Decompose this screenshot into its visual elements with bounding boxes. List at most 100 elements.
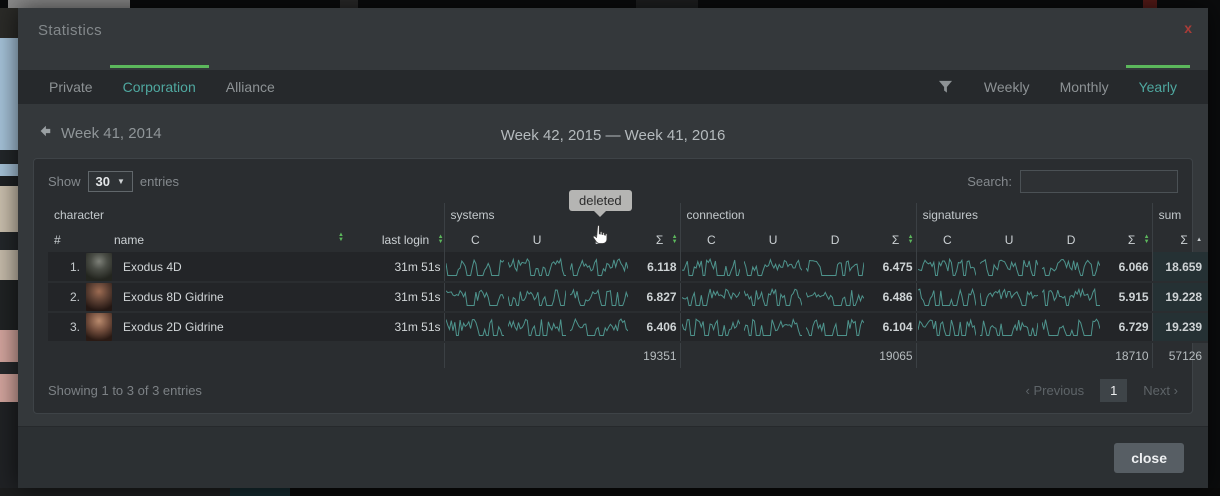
rank-cell: 2. [48,282,84,312]
search-label: Search: [967,174,1012,189]
search-input[interactable] [1020,170,1178,193]
column-header-systems-sum[interactable]: Σ ▲▼ [630,227,680,252]
background-element [0,38,18,150]
sparkline-cell [742,282,804,312]
group-header-sum: sum [1152,203,1208,227]
sparkline-cell [680,252,742,282]
background-element [8,0,130,8]
group-header-character: character [48,203,444,227]
column-header-signatures-u[interactable]: U [978,227,1040,252]
connection-sum-cell: 6.475 [866,252,916,282]
column-header-connection-d[interactable]: D [804,227,866,252]
systems-sum-cell: 6.406 [630,312,680,342]
background-top-bar [0,0,1220,8]
tab-weekly[interactable]: Weekly [969,70,1045,104]
close-icon[interactable]: x [1184,21,1192,35]
column-header-systems-c[interactable]: C [444,227,506,252]
deleted-tooltip: deleted [569,190,632,211]
week-range-label: Week 42, 2015 — Week 41, 2016 [18,122,1208,150]
total-sum-cell: 19.239 [1152,312,1208,342]
signatures-sum-cell: 6.729 [1102,312,1152,342]
statistics-dialog: Statistics x Private Corporation Allianc… [18,8,1208,488]
table-info-label: Showing 1 to 3 of 3 entries [48,383,202,398]
signatures-sum-cell: 5.915 [1102,282,1152,312]
table-row[interactable]: 3. Exodus 2D Gidrine 31m 51s 6.406 6.104… [48,312,1208,342]
mouse-hand-cursor [589,224,611,254]
background-element [0,150,18,164]
column-header-systems-u[interactable]: U [506,227,568,252]
filter-icon[interactable] [922,70,969,104]
group-header-systems: systems [444,203,680,227]
tab-alliance[interactable]: Alliance [211,70,290,104]
sparkline-cell [680,282,742,312]
statistics-table: character systems connection signatures … [48,203,1208,368]
sparkline-cell [506,312,568,342]
total-sum-cell: 18.659 [1152,252,1208,282]
column-header-avatar [84,227,114,252]
column-header-signatures-sum[interactable]: Σ ▲▼ [1102,227,1152,252]
next-page-button[interactable]: Next › [1143,383,1178,398]
page-length-select[interactable]: 30 ▼ [88,171,133,192]
background-element [230,488,290,496]
column-header-last-login[interactable]: last login ▲▼ [354,227,444,252]
column-header-signatures-d[interactable]: D [1040,227,1102,252]
tab-corporation[interactable]: Corporation [108,70,211,104]
tab-monthly[interactable]: Monthly [1045,70,1124,104]
column-header-signatures-c[interactable]: C [916,227,978,252]
avatar [86,313,112,341]
avatar-cell [84,312,114,342]
group-header-signatures: signatures [916,203,1152,227]
tab-private[interactable]: Private [34,70,108,104]
column-header-rank[interactable]: # [48,227,84,252]
table-row[interactable]: 2. Exodus 8D Gidrine 31m 51s 6.827 6.486… [48,282,1208,312]
signatures-total: 18710 [1102,342,1152,368]
sparkline-cell [916,282,978,312]
connection-total: 19065 [866,342,916,368]
sparkline-cell [506,282,568,312]
connection-sum-cell: 6.486 [866,282,916,312]
sparkline-cell [978,252,1040,282]
sort-icon: ▲▼ [338,233,344,243]
background-element [0,8,18,38]
sparkline-cell [978,282,1040,312]
sort-icon: ▲▼ [908,235,914,245]
rank-cell: 3. [48,312,84,342]
previous-week-button[interactable]: Week 41, 2014 [38,124,162,142]
column-header-connection-u[interactable]: U [742,227,804,252]
background-element [0,164,18,176]
sparkline-cell [444,282,506,312]
sparkline-cell [444,252,506,282]
close-button[interactable]: close [1114,443,1184,473]
avatar [86,253,112,281]
previous-page-button[interactable]: ‹ Previous [1026,383,1085,398]
column-header-connection-sum[interactable]: Σ ▲▼ [866,227,916,252]
sort-icon: ▲▼ [672,235,678,245]
sparkline-cell [444,312,506,342]
table-row[interactable]: 1. Exodus 4D 31m 51s 6.118 6.475 6.066 1… [48,252,1208,282]
background-element [0,362,18,374]
column-header-connection-c[interactable]: C [680,227,742,252]
avatar-cell [84,282,114,312]
sort-icon: ▲▼ [438,235,444,245]
systems-sum-cell: 6.827 [630,282,680,312]
background-element [0,250,18,280]
previous-week-label: Week 41, 2014 [61,125,162,142]
background-element [0,374,18,402]
sparkline-cell [568,252,630,282]
background-element [340,0,358,8]
total-sum-cell: 19.228 [1152,282,1208,312]
character-name: Exodus 2D Gidrine [114,312,354,342]
chevron-down-icon: ▼ [117,177,125,186]
period-tab-group: Weekly Monthly Yearly [922,70,1192,104]
tab-yearly[interactable]: Yearly [1124,70,1192,104]
grand-total: 57126 [1152,342,1208,368]
sparkline-cell [1040,252,1102,282]
arrow-left-icon [38,124,52,142]
page-number-button[interactable]: 1 [1100,379,1127,402]
column-header-name[interactable]: name ▲▼ [114,227,354,252]
group-header-connection: connection [680,203,916,227]
show-label: Show [48,174,81,189]
background-element [1143,0,1157,8]
column-header-total-sum[interactable]: Σ ▲ [1152,227,1208,252]
entries-label: entries [140,174,179,189]
